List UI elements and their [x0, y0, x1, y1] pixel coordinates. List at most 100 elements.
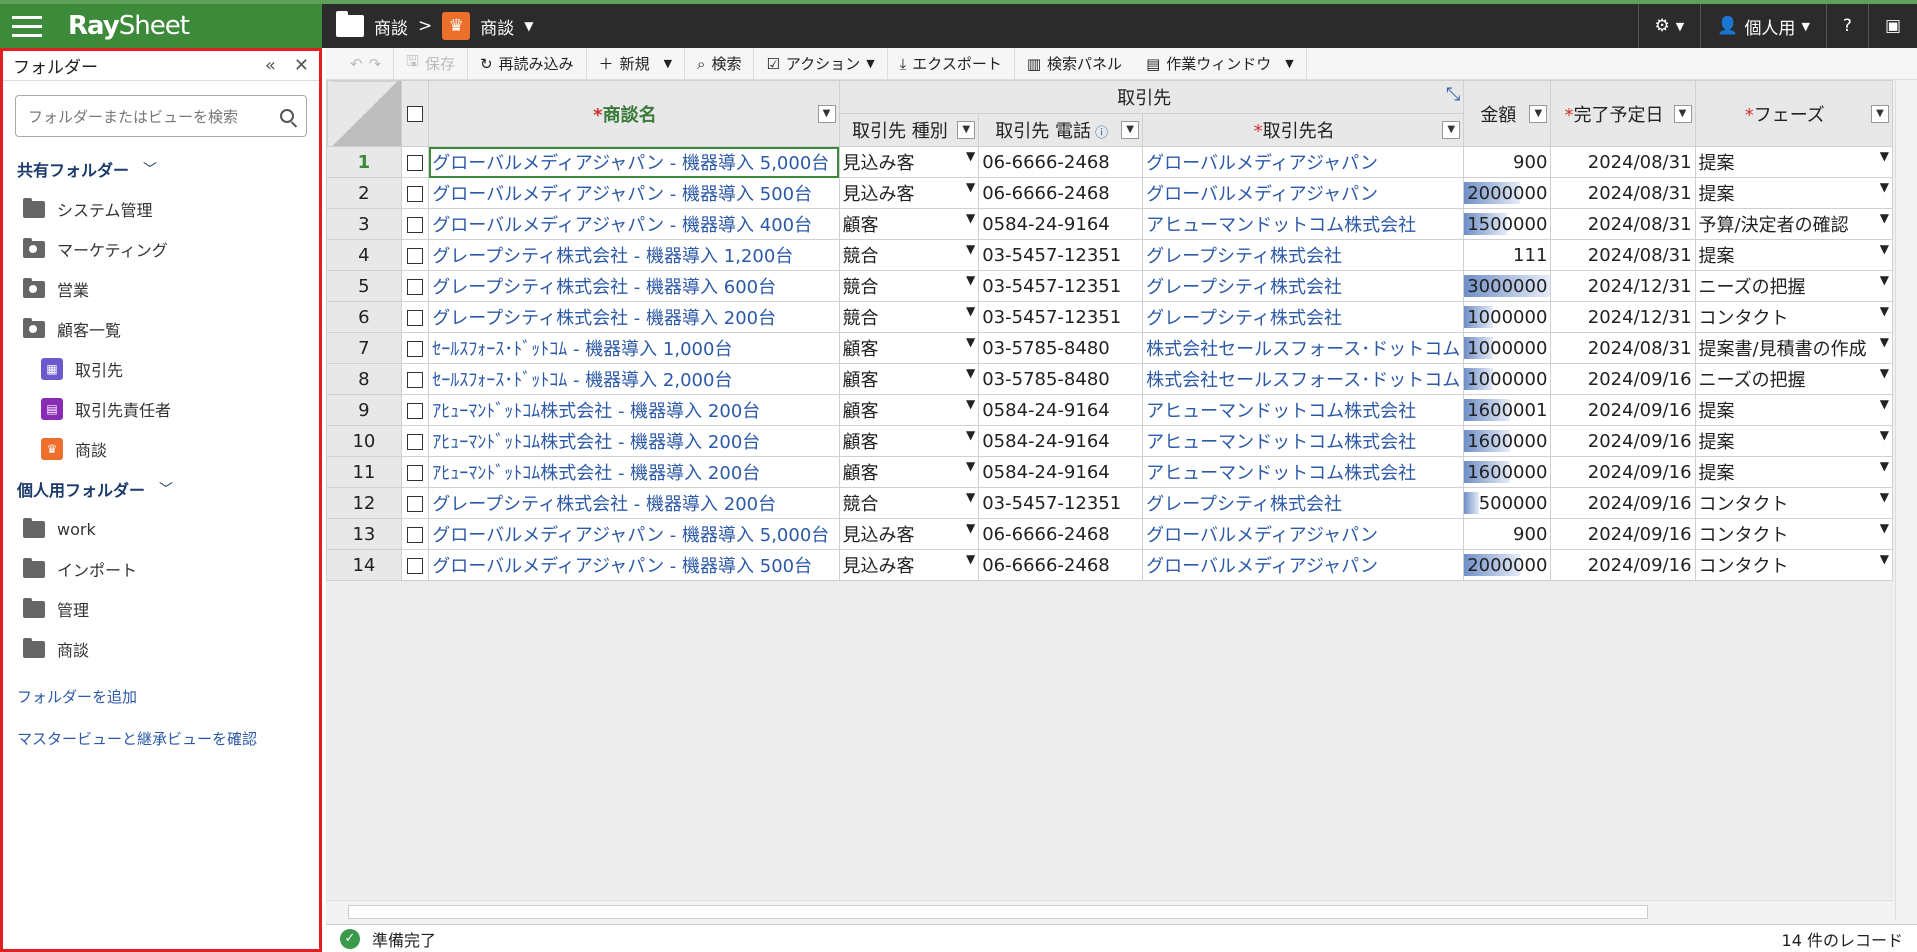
row-number[interactable]: 5 [326, 270, 402, 302]
table-row[interactable]: 14 グローバルメディアジャパン - 機器導入 500台 見込み客 ▼ 06-6666-… [326, 549, 1893, 581]
cell-deal-name[interactable]: ｾｰﾙｽﾌｫｰｽ･ﾄﾞｯﾄｺﾑ - 機器導入 2,000台 [428, 363, 840, 395]
row-checkbox[interactable] [407, 464, 424, 481]
cell-amount[interactable]: 1600000 [1463, 456, 1552, 488]
dropdown-icon[interactable]: ▼ [1880, 242, 1889, 256]
action-button[interactable]: ☑ アクション ▼ [754, 47, 888, 80]
view-item-contacts[interactable]: ▤ 取引先責任者 [3, 389, 319, 429]
cell-close-date[interactable]: 2024/12/31 [1550, 301, 1696, 333]
cell-account-type[interactable]: 顧客 ▼ [838, 456, 980, 488]
dropdown-icon[interactable]: ▼ [966, 242, 975, 256]
chevron-down-icon[interactable]: ﹀ [143, 159, 157, 179]
row-checkbox-cell[interactable] [400, 239, 430, 271]
chevron-down-icon[interactable]: ▼ [664, 57, 672, 70]
dropdown-icon[interactable]: ▼ [966, 304, 975, 318]
cell-close-date[interactable]: 2024/09/16 [1550, 518, 1696, 550]
search-icon[interactable] [280, 109, 294, 123]
table-row[interactable]: 8 ｾｰﾙｽﾌｫｰｽ･ﾄﾞｯﾄｺﾑ - 機器導入 2,000台 顧客 ▼ 03-5785… [326, 363, 1893, 395]
cell-close-date[interactable]: 2024/08/31 [1550, 177, 1696, 209]
settings-button[interactable]: ⚙ ▼ [1637, 4, 1701, 48]
redo-icon[interactable]: ↷ [369, 55, 382, 73]
cell-account-phone[interactable]: 06-6666-2468 [978, 518, 1144, 550]
cell-account-phone[interactable]: 03-5457-12351 [978, 301, 1144, 333]
filter-button[interactable]: ▼ [1121, 121, 1140, 139]
cell-account-name[interactable]: グレープシティ株式会社 [1142, 487, 1465, 519]
cell-phase[interactable]: 提案 ▼ [1694, 425, 1893, 457]
cell-deal-name[interactable]: ｾｰﾙｽﾌｫｰｽ･ﾄﾞｯﾄｺﾑ - 機器導入 1,000台 [428, 332, 840, 364]
cell-account-phone[interactable]: 0584-24-9164 [978, 456, 1144, 488]
dropdown-icon[interactable]: ▼ [1880, 304, 1889, 318]
row-checkbox[interactable] [407, 154, 424, 171]
dropdown-icon[interactable]: ▼ [966, 366, 975, 380]
filter-button[interactable]: ▼ [1871, 104, 1889, 123]
app-logo[interactable]: RaySheet [68, 11, 190, 41]
row-number[interactable]: 7 [326, 332, 402, 364]
reload-button[interactable]: ↻ 再読み込み [468, 47, 587, 80]
cell-account-name[interactable]: グレープシティ株式会社 [1142, 301, 1465, 333]
header-account-name[interactable]: *取引先名 ▼ [1142, 113, 1465, 147]
cell-account-type[interactable]: 見込み客 ▼ [838, 146, 980, 178]
cell-account-type[interactable]: 顧客 ▼ [838, 363, 980, 395]
cell-phase[interactable]: 提案 ▼ [1694, 239, 1893, 271]
cell-account-phone[interactable]: 03-5785-8480 [978, 332, 1144, 364]
table-row[interactable]: 13 グローバルメディアジャパン - 機器導入 5,000台 見込み客 ▼ 06-666… [326, 518, 1893, 550]
dropdown-icon[interactable]: ▼ [1880, 521, 1889, 535]
row-checkbox-cell[interactable] [400, 146, 430, 178]
cell-account-name[interactable]: グローバルメディアジャパン [1142, 549, 1465, 581]
table-row[interactable]: 7 ｾｰﾙｽﾌｫｰｽ･ﾄﾞｯﾄｺﾑ - 機器導入 1,000台 顧客 ▼ 03-5785… [326, 332, 1893, 364]
cell-close-date[interactable]: 2024/09/16 [1550, 549, 1696, 581]
dropdown-icon[interactable]: ▼ [966, 335, 975, 349]
cell-account-type[interactable]: 顧客 ▼ [838, 208, 980, 240]
row-number[interactable]: 6 [326, 301, 402, 333]
dropdown-icon[interactable]: ▼ [966, 552, 975, 566]
dropdown-icon[interactable]: ▼ [1880, 180, 1889, 194]
row-checkbox[interactable] [407, 557, 424, 574]
row-checkbox[interactable] [407, 340, 424, 357]
cell-deal-name[interactable]: グローバルメディアジャパン - 機器導入 500台 [428, 177, 840, 209]
row-number[interactable]: 9 [326, 394, 402, 426]
export-button[interactable]: ⤓ エクスポート [888, 47, 1015, 80]
dropdown-icon[interactable]: ▼ [1880, 366, 1889, 380]
chevron-down-icon[interactable]: ﹀ [159, 479, 173, 499]
cell-amount[interactable]: 2000000 [1463, 177, 1552, 209]
cell-account-type[interactable]: 見込み客 ▼ [838, 549, 980, 581]
dropdown-icon[interactable]: ▼ [1880, 490, 1889, 504]
folder-item-import[interactable]: インポート [3, 549, 319, 589]
cell-account-name[interactable]: 株式会社セールスフォース･ドットコム [1142, 332, 1465, 364]
cell-deal-name[interactable]: グローバルメディアジャパン - 機器導入 5,000台 [428, 146, 840, 178]
cell-account-name[interactable]: 株式会社セールスフォース･ドットコム [1142, 363, 1465, 395]
cell-account-name[interactable]: アヒューマンドットコム株式会社 [1142, 208, 1465, 240]
cell-account-name[interactable]: グレープシティ株式会社 [1142, 270, 1465, 302]
row-checkbox[interactable] [407, 185, 424, 202]
header-deal-name[interactable]: *商談名 ▼ [428, 80, 840, 147]
table-row[interactable]: 4 グレープシティ株式会社 - 機器導入 1,200台 競合 ▼ 03-5457-123… [326, 239, 1893, 271]
folder-item-system[interactable]: システム管理 [3, 189, 319, 229]
cell-deal-name[interactable]: グローバルメディアジャパン - 機器導入 5,000台 [428, 518, 840, 550]
cell-deal-name[interactable]: グレープシティ株式会社 - 機器導入 600台 [428, 270, 840, 302]
cell-account-type[interactable]: 競合 ▼ [838, 487, 980, 519]
cell-phase[interactable]: コンタクト ▼ [1694, 487, 1893, 519]
row-checkbox-cell[interactable] [400, 177, 430, 209]
undo-button[interactable]: ↶ ↷ [338, 47, 395, 80]
cell-amount[interactable]: 1500000 [1463, 208, 1552, 240]
row-checkbox[interactable] [407, 216, 424, 233]
scrollbar-thumb[interactable] [348, 905, 1648, 919]
filter-button[interactable]: ▼ [957, 121, 976, 139]
cell-phase[interactable]: コンタクト ▼ [1694, 518, 1893, 550]
view-item-accounts[interactable]: ▦ 取引先 [3, 349, 319, 389]
cell-phase[interactable]: ニーズの把握 ▼ [1694, 363, 1893, 395]
cell-close-date[interactable]: 2024/09/16 [1550, 425, 1696, 457]
cell-close-date[interactable]: 2024/08/31 [1550, 146, 1696, 178]
row-checkbox[interactable] [407, 371, 424, 388]
cell-phase[interactable]: 提案 ▼ [1694, 146, 1893, 178]
cell-account-phone[interactable]: 0584-24-9164 [978, 208, 1144, 240]
cell-account-phone[interactable]: 03-5457-12351 [978, 487, 1144, 519]
cell-account-phone[interactable]: 03-5457-12351 [978, 239, 1144, 271]
info-icon[interactable]: ⓘ [1091, 126, 1108, 141]
save-button[interactable]: 🖫 保存 [394, 47, 468, 80]
row-checkbox-cell[interactable] [400, 549, 430, 581]
cell-close-date[interactable]: 2024/08/31 [1550, 208, 1696, 240]
dropdown-icon[interactable]: ▼ [966, 211, 975, 225]
cell-amount[interactable]: 111 [1463, 239, 1552, 271]
cell-account-phone[interactable]: 06-6666-2468 [978, 146, 1144, 178]
corner-cell[interactable] [326, 80, 402, 147]
